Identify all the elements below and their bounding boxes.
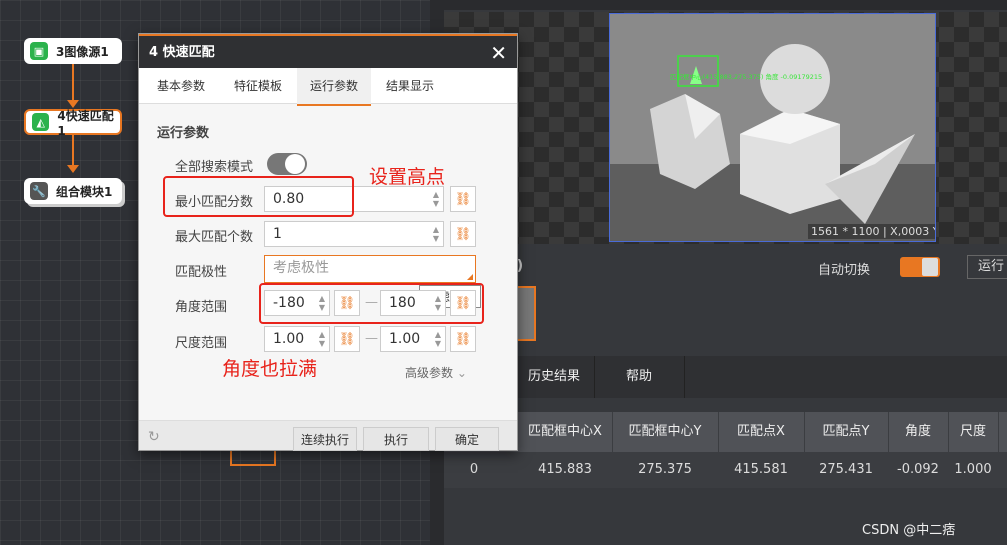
full-search-label: 全部搜索模式 [175,160,254,175]
plaster-shapes-image [610,14,935,241]
toggle-knob [922,258,938,276]
execute-button[interactable]: 执行 [363,427,429,451]
annotation-angle-max: 角度也拉满 [222,358,318,380]
table-cell: 0 [469,462,479,477]
flow-arrow [67,165,79,173]
column-header[interactable]: 匹配点X [718,412,805,452]
wrench-icon: 🔧 [30,182,48,200]
flow-node-image-source[interactable]: ▣ 3图像源1 [24,38,122,64]
tab-feature-template[interactable]: 特征模板 [221,68,295,104]
refresh-icon[interactable]: ↻ [148,429,160,445]
angle-range-label: 角度范围 [175,300,228,315]
column-header[interactable]: 匹配框中心X [518,412,613,452]
section-title: 运行参数 [157,126,210,141]
tab-basic-params[interactable]: 基本参数 [145,68,217,104]
spinner-icon[interactable]: ▲ ▼ [319,330,325,348]
image-status-bar: 1561 * 1100 | X,0003 Y,0797 | R: [808,224,935,239]
table-cell: -0.092 [897,462,939,477]
spinner-icon[interactable]: ▲ ▼ [435,330,441,348]
dialog-title: 4 快速匹配 [149,45,215,60]
table-cell: 1.000 [954,462,992,477]
link-icon[interactable]: ⛓ [334,326,360,352]
max-count-input[interactable]: 1 ▲ ▼ [264,221,444,247]
dialog-title-bar: 4 快速匹配 ✕ [139,34,517,68]
table-row[interactable]: 0 415.883 275.375 415.581 275.431 -0.092… [444,452,1007,488]
match-overlay-text: 匹配框中心(415.883,275.375) 角度 -0.09179215 [670,73,823,81]
flow-node-label: 组合模块1 [56,184,113,199]
max-count-label: 最大匹配个数 [175,230,254,245]
scale-range-label: 尺度范围 [175,336,228,351]
annotation-set-high: 设置高点 [369,166,446,188]
advanced-params-label: 高级参数 [405,366,454,380]
column-header[interactable]: 匹配点Y [804,412,889,452]
tab-result-display[interactable]: 结果显示 [373,68,447,104]
toggle-knob [285,154,305,174]
spinner-icon[interactable]: ▲ ▼ [433,190,439,208]
scale-min-input[interactable]: 1.00 ▲ ▼ [264,326,330,352]
result-tabs: 历史结果 帮助 [444,356,1007,398]
column-header[interactable]: 匹配框中心Y [612,412,719,452]
flow-node-fast-match[interactable]: ◭ 4快速匹配1 [24,108,122,138]
dropdown-corner-icon [467,274,473,280]
continuous-execute-button[interactable]: 连续执行 [293,427,357,451]
chevron-down-icon: ⌄ [456,366,467,380]
auto-switch-toggle[interactable] [900,257,940,277]
scale-max-input[interactable]: 1.00 ▲ ▼ [380,326,446,352]
spinner-icon[interactable]: ▲ ▼ [433,225,439,243]
dialog-tabs: 基本参数 特征模板 运行参数 结果显示 [139,68,517,106]
table-cell: 275.431 [819,462,873,477]
table-cell: 415.883 [538,462,592,477]
flow-node-group-module[interactable]: 🔧 组合模块1 [24,178,122,204]
max-count-value: 1 [273,226,282,242]
highlight-box-min-score [163,176,354,217]
flow-connector [72,64,74,102]
flow-node-label: 4快速匹配1 [57,108,114,138]
link-icon[interactable]: ⛓ [450,186,476,212]
link-icon[interactable]: ⛓ [450,221,476,247]
link-icon[interactable]: ⛓ [450,326,476,352]
polarity-select[interactable]: 考虑极性 [264,255,476,283]
flow-node-label: 3图像源1 [56,44,109,59]
result-table-header: 匹配框中心X 匹配框中心Y 匹配点X 匹配点Y 角度 尺度 [444,412,1007,452]
advanced-params-toggle[interactable]: 高级参数 ⌄ [405,364,467,381]
fast-match-dialog: 4 快速匹配 ✕ 基本参数 特征模板 运行参数 结果显示 运行参数 全部搜索模式… [138,33,518,451]
auto-switch-label: 自动切换 [818,263,871,278]
column-header[interactable]: 角度 [888,412,949,452]
highlight-box-angle-range [259,283,484,324]
run-button[interactable]: 运行 [967,255,1007,279]
scale-max-value: 1.00 [389,331,421,347]
result-image: 匹配框中心(415.883,275.375) 角度 -0.09179215 15… [609,13,936,242]
tab-history-results[interactable]: 历史结果 [514,356,595,398]
range-dash: — [365,331,378,346]
column-header[interactable]: 尺度 [948,412,999,452]
confirm-button[interactable]: 确定 [435,427,499,451]
scale-min-value: 1.00 [273,331,305,347]
image-toolbar [444,0,1007,10]
full-search-toggle[interactable] [267,153,307,175]
match-icon: ◭ [32,113,50,131]
table-cell: 275.375 [638,462,692,477]
polarity-label: 匹配极性 [175,265,228,280]
tab-help[interactable]: 帮助 [594,356,685,398]
table-cell: 415.581 [734,462,788,477]
polarity-placeholder: 考虑极性 [273,260,329,276]
tab-run-params[interactable]: 运行参数 [297,68,371,106]
flow-connector [72,135,74,167]
close-icon[interactable]: ✕ [490,36,507,70]
watermark: CSDN @中二痞 [862,523,956,538]
image-icon: ▣ [30,42,48,60]
